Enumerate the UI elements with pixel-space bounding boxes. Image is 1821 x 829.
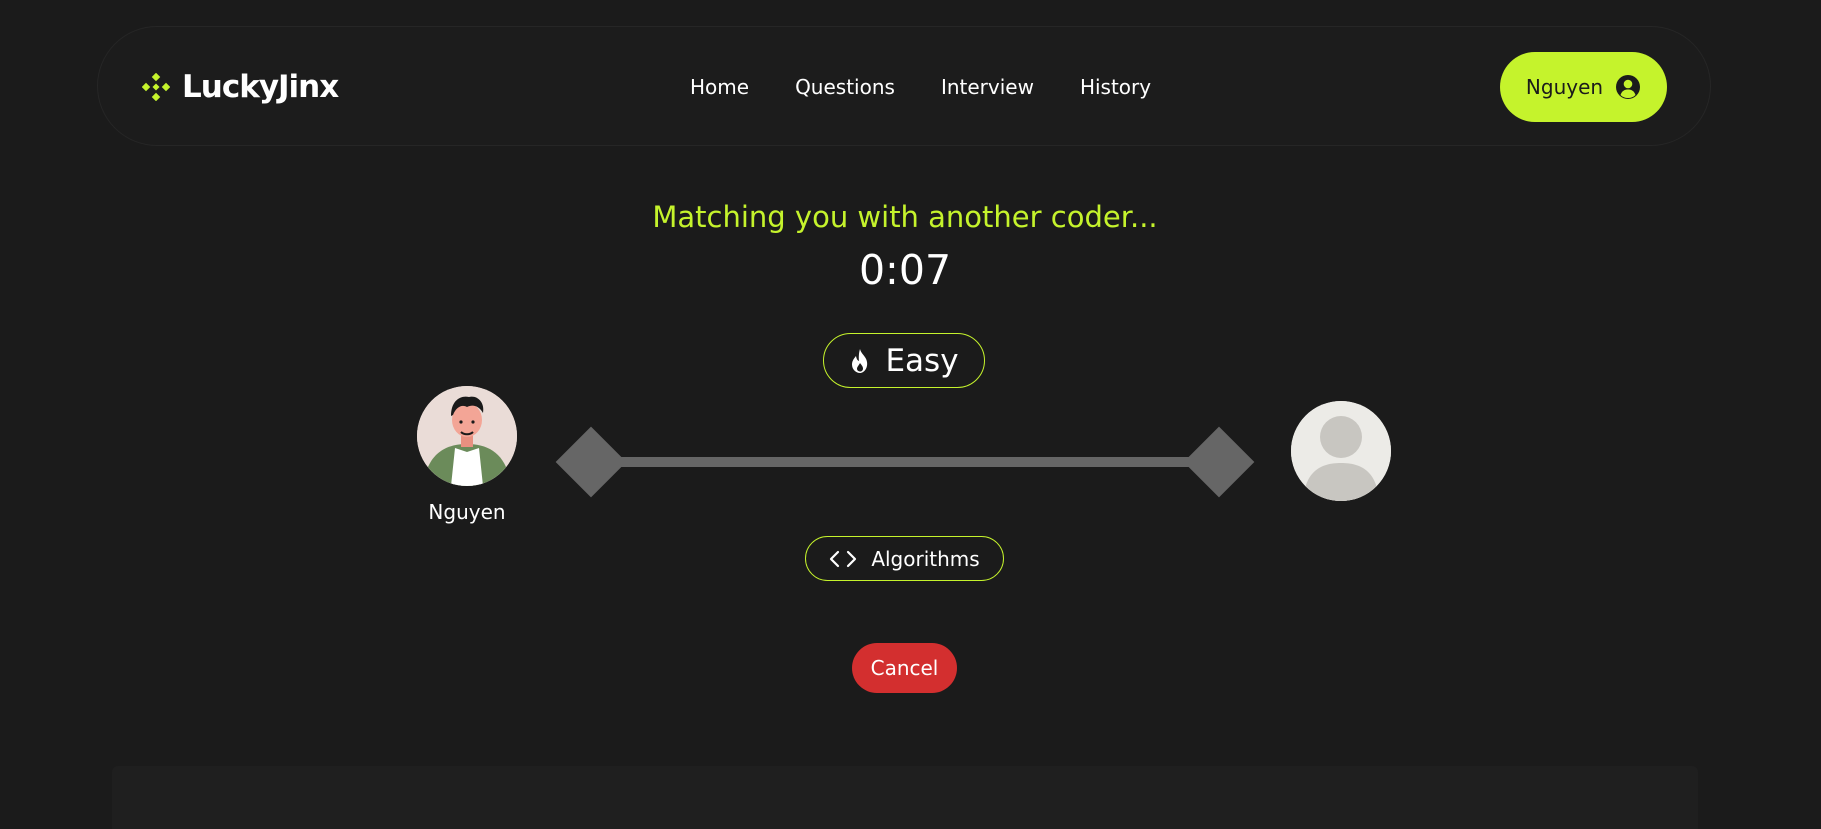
- opponent-avatar-placeholder: [1291, 401, 1391, 501]
- fire-icon: [852, 348, 868, 373]
- logo[interactable]: LuckyJinx: [142, 27, 339, 147]
- code-brackets-icon: [830, 550, 857, 567]
- matching-status: Matching you with another coder...: [652, 200, 1158, 234]
- match-timer: 0:07: [858, 246, 952, 294]
- difficulty-badge: Easy: [823, 333, 985, 388]
- topic-label: Algorithms: [871, 546, 980, 571]
- user-menu-button[interactable]: Nguyen: [1500, 52, 1667, 122]
- matching-page: LuckyJinx Home Questions Interview Histo…: [0, 0, 1821, 829]
- nav-history[interactable]: History: [1080, 75, 1151, 99]
- navbar: LuckyJinx Home Questions Interview Histo…: [97, 26, 1711, 146]
- player-avatar: [417, 386, 517, 486]
- difficulty-label: Easy: [885, 342, 959, 379]
- cancel-button[interactable]: Cancel: [852, 643, 957, 693]
- nav-interview[interactable]: Interview: [941, 75, 1034, 99]
- nav-links: Home Questions Interview History: [690, 27, 1151, 147]
- bottom-panel: [112, 766, 1698, 829]
- match-connector: [555, 426, 1255, 498]
- user-circle-icon: [1616, 75, 1641, 99]
- nav-home[interactable]: Home: [690, 75, 749, 99]
- logo-text: LuckyJinx: [182, 69, 339, 105]
- logo-icon: [142, 73, 170, 101]
- topic-badge: Algorithms: [805, 536, 1004, 581]
- nav-questions[interactable]: Questions: [795, 75, 895, 99]
- player-name: Nguyen: [428, 500, 506, 524]
- user-name: Nguyen: [1525, 75, 1604, 99]
